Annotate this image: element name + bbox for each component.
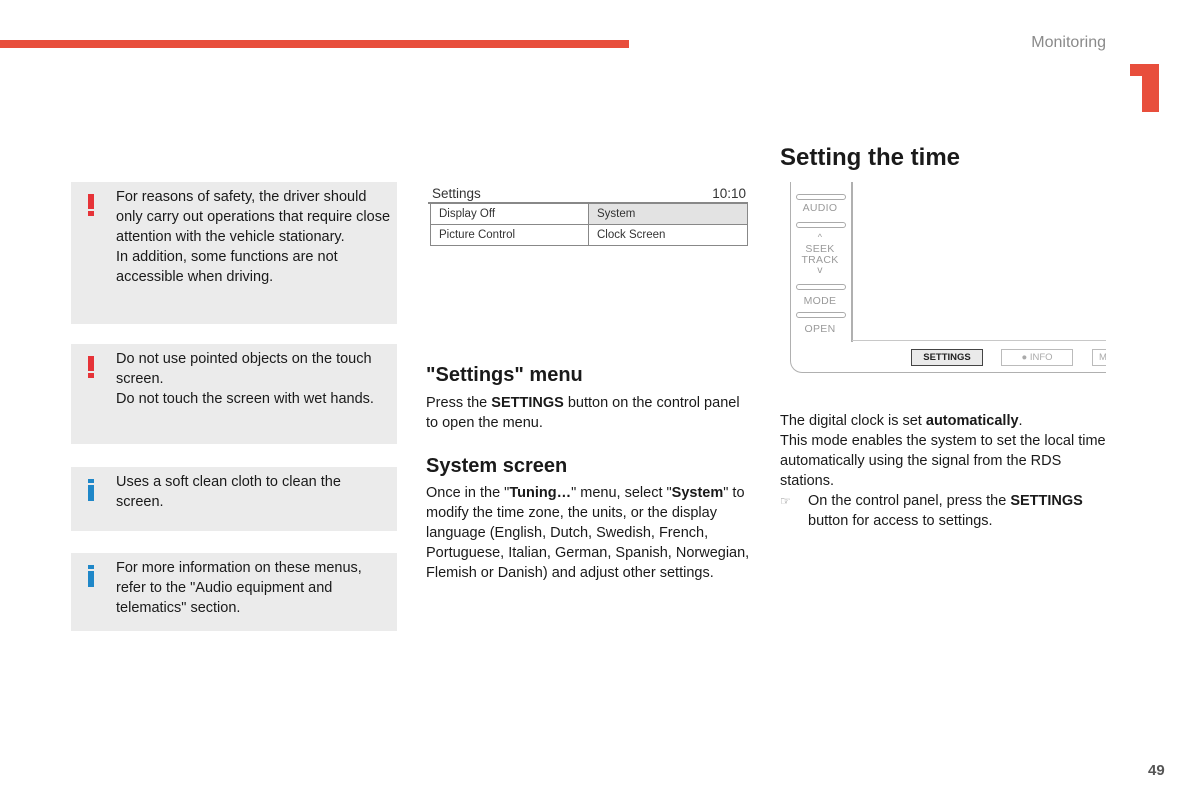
menu-item-display-off[interactable]: Display Off xyxy=(431,204,589,225)
mode-button[interactable]: MODE xyxy=(794,295,846,307)
screen-clock: 10:10 xyxy=(712,186,746,201)
exclamation-icon xyxy=(87,356,95,378)
settings-screen-illustration: Settings 10:10 Display Off System Pictur… xyxy=(428,186,748,246)
info-icon xyxy=(87,565,95,587)
section-label: Monitoring xyxy=(1031,34,1106,51)
info-notice: Uses a soft clean cloth to clean the scr… xyxy=(71,467,397,531)
settings-menu-text: Press the SETTINGS button on the control… xyxy=(426,395,740,431)
warning-notice: For reasons of safety, the driver should… xyxy=(71,182,397,324)
setting-time-text: The digital clock is set automatically. T… xyxy=(780,413,1106,489)
notice-text: For more information on these menus, ref… xyxy=(116,560,362,616)
notice-text: For reasons of safety, the driver should… xyxy=(116,189,391,285)
notice-text: Do not use pointed objects on the touch … xyxy=(116,351,374,407)
menu-item-clock-screen[interactable]: Clock Screen xyxy=(589,225,747,246)
system-screen-text: Once in the "Tuning…" menu, select "Syst… xyxy=(426,485,750,581)
menu-item-system[interactable]: System xyxy=(589,204,747,225)
info-button[interactable]: ● INFO xyxy=(1001,349,1073,366)
info-icon xyxy=(87,479,95,501)
header-accent-bar xyxy=(0,40,629,48)
more-button[interactable]: M xyxy=(1092,349,1106,366)
control-panel-illustration: AUDIO ^ SEEK TRACK v MODE OPEN SETTINGS … xyxy=(790,182,1106,374)
open-button[interactable]: OPEN xyxy=(794,323,846,335)
exclamation-icon xyxy=(87,194,95,216)
setting-time-heading: Setting the time xyxy=(780,144,961,171)
screen-title: Settings xyxy=(432,186,481,201)
hand-pointer-icon: ☞ xyxy=(780,494,791,508)
notice-text: Uses a soft clean cloth to clean the scr… xyxy=(116,474,341,510)
page-number: 49 xyxy=(1148,762,1165,779)
menu-item-picture-control[interactable]: Picture Control xyxy=(431,225,589,246)
audio-button[interactable]: AUDIO xyxy=(794,202,846,214)
settings-button[interactable]: SETTINGS xyxy=(911,349,983,366)
settings-menu-heading: "Settings" menu xyxy=(426,364,583,386)
info-notice: For more information on these menus, ref… xyxy=(71,553,397,631)
system-screen-heading: System screen xyxy=(426,455,568,477)
chapter-number-marker xyxy=(1130,64,1160,112)
warning-notice: Do not use pointed objects on the touch … xyxy=(71,344,397,444)
